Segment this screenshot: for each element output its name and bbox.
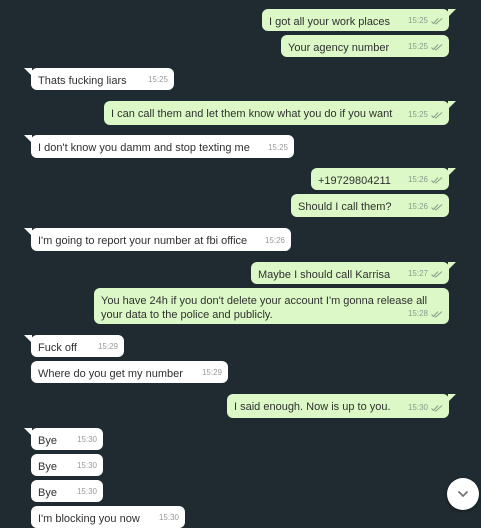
message-meta: 15:30 (408, 401, 443, 415)
outgoing-message[interactable]: I said enough. Now is up to you. 15:30 (227, 394, 456, 418)
double-check-icon (431, 18, 443, 25)
double-check-icon (431, 112, 443, 119)
message-meta: 15:26 (408, 173, 443, 187)
double-check-icon (431, 204, 443, 211)
message-time: 15:30 (76, 487, 97, 496)
chevron-down-icon (458, 491, 468, 497)
message-meta: 15:27 (408, 267, 443, 281)
message-meta: 15:25 (268, 141, 288, 155)
message-text: I'm blocking you now (38, 513, 140, 525)
incoming-message[interactable]: I don't know you damm and stop texting m… (24, 135, 294, 158)
message-meta: 15:26 (265, 234, 285, 248)
message-text: Where do you get my number (38, 368, 183, 380)
outgoing-message[interactable]: Maybe I should call Karrisa 15:27 (251, 262, 456, 284)
message-meta: 15:25 (408, 40, 443, 54)
message-time: 15:25 (407, 42, 428, 51)
message-text: Maybe I should call Karrisa (258, 269, 391, 281)
message-time: 15:30 (407, 403, 428, 412)
message-meta: 15:29 (98, 340, 118, 354)
message-meta: 15:25 (408, 108, 443, 122)
double-check-icon (431, 271, 443, 278)
outgoing-message[interactable]: I can call them and let them know what y… (104, 101, 456, 125)
outgoing-message[interactable]: Your agency number 15:25 (281, 35, 449, 57)
incoming-message[interactable]: Thats fucking liars 15:25 (24, 68, 174, 90)
message-time: 15:25 (267, 143, 288, 152)
message-meta: 15:26 (408, 200, 443, 214)
message-time: 15:25 (407, 16, 428, 25)
incoming-message[interactable]: I'm going to report your number at fbi o… (24, 228, 291, 251)
double-check-icon (431, 44, 443, 51)
message-meta: 15:30 (159, 511, 179, 525)
message-text: Thats fucking liars (38, 75, 127, 87)
message-text: +19729804211 (318, 175, 391, 187)
message-time: 15:30 (76, 435, 97, 444)
message-text: I'm going to report your number at fbi o… (38, 235, 248, 247)
scroll-to-bottom-button[interactable] (447, 478, 479, 510)
message-text: Fuck off (38, 342, 77, 354)
message-time: 15:27 (407, 269, 428, 278)
outgoing-message[interactable]: You have 24h if you don't delete your ac… (94, 288, 449, 324)
message-text: Bye (38, 461, 57, 473)
double-check-icon (431, 177, 443, 184)
incoming-message[interactable]: Where do you get my number 15:29 (31, 361, 228, 383)
outgoing-message[interactable]: I got all your work places 15:25 (262, 9, 456, 31)
message-time: 15:26 (407, 202, 428, 211)
message-time: 15:26 (264, 236, 285, 245)
message-text: I can call them and let them know what y… (111, 108, 393, 120)
message-time: 15:29 (201, 368, 222, 377)
message-text: Bye (38, 435, 57, 447)
message-text: I don't know you damm and stop texting m… (38, 142, 250, 154)
message-time: 15:29 (97, 342, 118, 351)
outgoing-message[interactable]: +19729804211 15:26 (311, 168, 456, 190)
message-time: 15:28 (407, 309, 428, 318)
message-meta: 15:29 (202, 366, 222, 380)
message-meta: 15:30 (77, 433, 97, 447)
message-meta: 15:30 (77, 485, 97, 499)
message-text: Should I call them? (298, 201, 392, 213)
message-time: 15:30 (76, 461, 97, 470)
double-check-icon (431, 405, 443, 412)
outgoing-message[interactable]: Should I call them? 15:26 (291, 194, 449, 217)
message-time: 15:25 (147, 75, 168, 84)
incoming-message[interactable]: Bye 15:30 (31, 480, 103, 502)
message-meta: 15:25 (148, 73, 168, 87)
chat-conversation: I got all your work places 15:25 Your agen… (0, 0, 481, 528)
message-text: Bye (38, 487, 57, 499)
message-time: 15:26 (407, 175, 428, 184)
message-meta: 15:30 (77, 459, 97, 473)
message-text: I got all your work places (269, 16, 391, 28)
incoming-message[interactable]: Bye 15:30 (24, 428, 103, 450)
message-text: Your agency number (288, 42, 390, 54)
incoming-message[interactable]: Fuck off 15:29 (24, 335, 124, 357)
message-meta: 15:28 (408, 307, 443, 321)
message-time: 15:30 (158, 513, 179, 522)
message-meta: 15:25 (408, 14, 443, 28)
message-text: I said enough. Now is up to you. (234, 401, 391, 413)
double-check-icon (431, 311, 443, 318)
message-text: You have 24h if you don't delete your ac… (101, 295, 428, 321)
message-time: 15:25 (407, 110, 428, 119)
incoming-message[interactable]: Bye 15:30 (31, 454, 103, 476)
